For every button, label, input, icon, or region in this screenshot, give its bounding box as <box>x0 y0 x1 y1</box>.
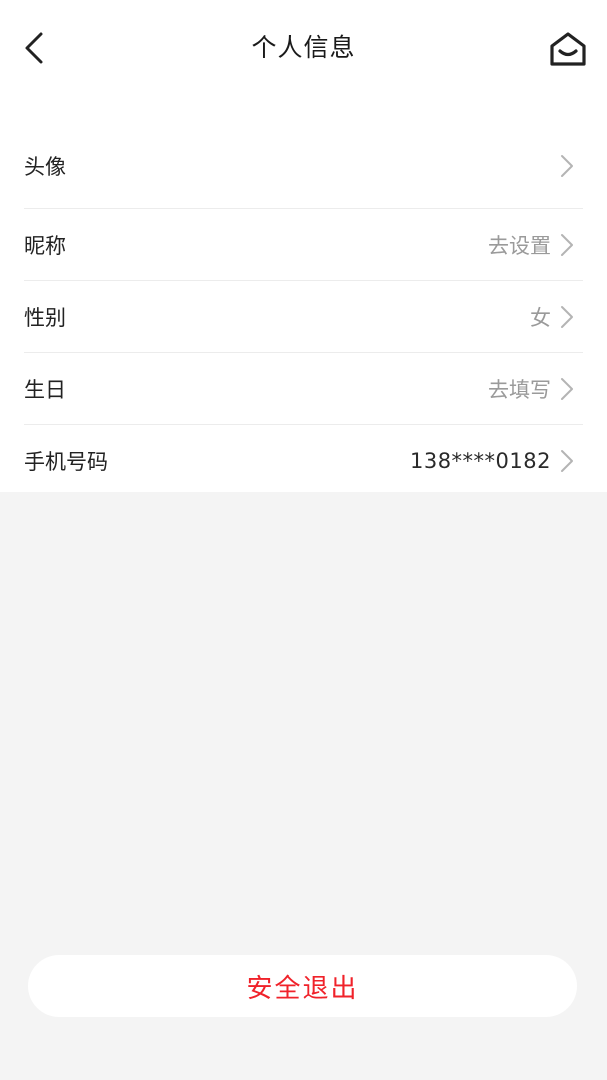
row-nickname[interactable]: 昵称 去设置 <box>24 208 583 280</box>
row-birthday[interactable]: 生日 去填写 <box>24 352 583 424</box>
row-avatar[interactable]: 头像 <box>24 124 583 208</box>
home-icon <box>550 32 586 66</box>
row-label: 手机号码 <box>24 449 108 474</box>
row-label: 昵称 <box>24 233 66 258</box>
chevron-right-icon <box>561 449 573 472</box>
home-button[interactable] <box>543 24 593 74</box>
chevron-right-icon <box>561 305 573 328</box>
row-gender[interactable]: 性别 女 <box>24 280 583 352</box>
row-label: 性别 <box>24 305 66 330</box>
logout-button[interactable]: 安全退出 <box>28 955 577 1017</box>
row-value: 去填写 <box>488 377 551 402</box>
page-title: 个人信息 <box>251 33 356 62</box>
row-phone[interactable]: 手机号码 138****0182 <box>24 424 583 496</box>
chevron-right-icon <box>561 155 573 177</box>
logout-label: 安全退出 <box>246 973 359 1004</box>
row-value: 138****0182 <box>409 448 551 473</box>
row-label: 生日 <box>24 377 66 402</box>
row-label: 头像 <box>24 155 66 179</box>
row-value: 女 <box>530 305 551 330</box>
top-bar: 个人信息 <box>0 0 607 96</box>
chevron-right-icon <box>561 233 573 256</box>
row-value: 去设置 <box>488 233 551 258</box>
chevron-right-icon <box>561 377 573 400</box>
profile-list: 头像 昵称 去设置 性别 女 生日 去填写 手机号码 138****0182 <box>0 124 607 496</box>
